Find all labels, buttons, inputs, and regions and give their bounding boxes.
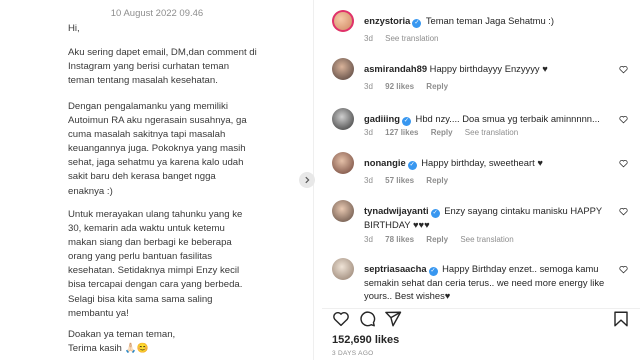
chevron-right-icon	[305, 176, 310, 184]
verified-icon: ✓	[407, 161, 417, 170]
comment-item: gadiiing ✓ Hbd nzy.... Doa smua yg terbai…	[322, 108, 640, 148]
share-icon[interactable]	[384, 310, 402, 328]
comment-like-heart-icon[interactable]	[619, 207, 628, 216]
note-paragraph-2: Dengan pengalamanku yang memiliki Autoim…	[68, 101, 247, 197]
caption-time: 3d	[364, 34, 373, 43]
caption-username[interactable]: enzystoria	[364, 15, 410, 26]
divider	[322, 308, 640, 309]
avatar[interactable]	[332, 258, 354, 280]
comment-like-heart-icon[interactable]	[619, 159, 628, 168]
comment-username[interactable]: gadiiing	[364, 113, 400, 124]
comment-like-heart-icon[interactable]	[619, 65, 628, 74]
comment-time: 3d	[364, 235, 373, 244]
verified-icon: ✓	[428, 267, 438, 276]
comment-time: 3d	[364, 176, 373, 185]
caption: enzystoria ✓ Teman teman Jaga Sehatmu :) …	[322, 10, 640, 50]
likes-count[interactable]: 152,690 likes	[332, 334, 399, 346]
verified-icon: ✓	[401, 117, 411, 126]
see-translation-link[interactable]: See translation	[385, 34, 438, 43]
posted-time: 3 DAYS AGO	[332, 350, 374, 357]
comment-icon[interactable]	[358, 310, 376, 328]
comment-text: Happy birthday, sweetheart ♥	[421, 157, 543, 168]
comment-text: Hbd nzy.... Doa smua yg terbaik aminnnnn…	[415, 113, 600, 124]
comments-panel: enzystoria ✓ Teman teman Jaga Sehatmu :) …	[322, 0, 640, 360]
avatar[interactable]	[332, 58, 354, 80]
comment-username[interactable]: nonangie	[364, 157, 406, 168]
note-paragraph-1: Aku sering dapet email, DM,dan comment d…	[68, 47, 257, 87]
note-paragraph-3: Untuk merayakan ulang tahunku yang ke 30…	[68, 209, 243, 319]
comment-likes[interactable]: 127 likes	[385, 128, 418, 137]
comment-username[interactable]: septriasaacha	[364, 263, 427, 274]
note-date: 10 August 2022 09.46	[110, 8, 204, 19]
avatar[interactable]	[332, 152, 354, 174]
avatar[interactable]	[332, 200, 354, 222]
see-translation-link[interactable]: See translation	[460, 235, 513, 244]
post-image: 10 August 2022 09.46 Hi, Aku sering dape…	[0, 0, 314, 360]
comment-item: nonangie ✓ Happy birthday, sweetheart ♥ 3…	[322, 152, 640, 192]
reply-button[interactable]: Reply	[431, 128, 453, 137]
reply-button[interactable]: Reply	[426, 82, 448, 91]
see-translation-link[interactable]: See translation	[465, 128, 518, 137]
comment-likes[interactable]: 78 likes	[385, 235, 414, 244]
comment-like-heart-icon[interactable]	[619, 115, 628, 124]
comment-item: septriasaacha ✓ Happy Birthday enzet.. se…	[322, 258, 640, 306]
comment-likes[interactable]: 92 likes	[385, 82, 414, 91]
comment-text: Happy birthdayyy Enzyyyy ♥	[429, 63, 548, 74]
reply-button[interactable]: Reply	[426, 176, 448, 185]
avatar[interactable]	[332, 10, 354, 32]
verified-icon: ✓	[430, 209, 440, 218]
note-greeting: Hi,	[68, 23, 80, 34]
comment-username[interactable]: asmirandah89	[364, 63, 427, 74]
comment-time: 3d	[364, 128, 373, 137]
heart-icon[interactable]	[332, 310, 350, 328]
avatar[interactable]	[332, 108, 354, 130]
note-paragraph-4: Doakan ya teman teman, Terima kasih 🙏🏻😊	[68, 329, 176, 355]
comment-username[interactable]: tynadwijayanti	[364, 205, 429, 216]
comment-item: asmirandah89 Happy birthdayyy Enzyyyy ♥ …	[322, 58, 640, 98]
comment-time: 3d	[364, 82, 373, 91]
comment-likes[interactable]: 57 likes	[385, 176, 414, 185]
bookmark-icon[interactable]	[612, 310, 630, 328]
comment-like-heart-icon[interactable]	[619, 265, 628, 274]
verified-icon: ✓	[412, 19, 422, 28]
carousel-next-button[interactable]	[299, 172, 315, 188]
reply-button[interactable]: Reply	[426, 235, 448, 244]
caption-text: Teman teman Jaga Sehatmu :)	[425, 15, 555, 26]
comment-item: tynadwijayanti ✓ Enzy sayang cintaku mani…	[322, 200, 640, 250]
